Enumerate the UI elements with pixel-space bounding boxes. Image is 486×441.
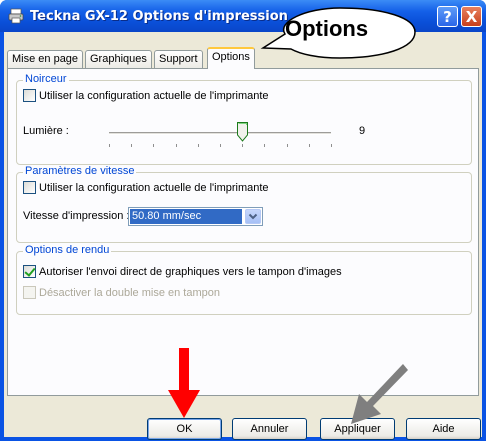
direct-graphics-label: Autoriser l'envoi direct de graphiques v… (39, 265, 342, 278)
slider-tick (287, 144, 288, 147)
lumiere-value: 9 (359, 125, 366, 137)
tab-graphiques[interactable]: Graphiques (85, 50, 152, 68)
window-title: Teckna GX-12 Options d'impression (30, 9, 288, 24)
cancel-button[interactable]: Annuler (232, 418, 307, 440)
chevron-down-icon (248, 213, 258, 220)
slider-tick (220, 144, 221, 147)
close-button[interactable]: X (461, 6, 482, 27)
callout-text: Options (285, 16, 369, 41)
checkbox-row-direct[interactable]: Autoriser l'envoi direct de graphiques v… (23, 265, 342, 278)
use-printer-label-noirceur: Utiliser la configuration actuelle de l'… (39, 89, 269, 102)
slider-tick (176, 144, 177, 147)
use-printer-checkbox-noirceur[interactable] (23, 89, 36, 102)
group-legend-rendu: Options de rendu (23, 244, 112, 256)
gray-arrow-icon (351, 364, 408, 424)
lumiere-label: Lumière : (23, 125, 69, 137)
double-buffer-label: Désactiver la double mise en tampon (39, 286, 220, 299)
slider-tick (198, 144, 199, 147)
speed-select-dropdown-button[interactable] (245, 209, 261, 224)
lumiere-slider-thumb[interactable] (237, 122, 249, 142)
options-tab-panel: Noirceur Utiliser la configuration actue… (7, 68, 479, 396)
tab-options[interactable]: Options (207, 47, 255, 69)
speed-select[interactable]: 50.80 mm/sec (128, 207, 263, 226)
use-printer-checkbox-vitesse[interactable] (23, 181, 36, 194)
ok-button[interactable]: OK (147, 418, 222, 440)
slider-tick (309, 144, 310, 147)
checkbox-row-double: Désactiver la double mise en tampon (23, 286, 220, 299)
lumiere-slider-track[interactable] (109, 132, 331, 135)
printer-icon (8, 8, 24, 24)
checkbox-row-noirceur[interactable]: Utiliser la configuration actuelle de l'… (23, 89, 269, 102)
speed-select-value: 50.80 mm/sec (130, 209, 242, 224)
slider-tick (109, 144, 110, 147)
group-rendu: Options de rendu Autoriser l'envoi direc… (16, 244, 472, 315)
checkbox-row-vitesse[interactable]: Utiliser la configuration actuelle de l'… (23, 181, 269, 194)
use-printer-label-vitesse: Utiliser la configuration actuelle de l'… (39, 181, 269, 194)
double-buffer-checkbox (23, 286, 36, 299)
slider-tick (242, 144, 243, 147)
direct-graphics-checkbox[interactable] (23, 265, 36, 278)
slider-tick (153, 144, 154, 147)
slider-tick (331, 144, 332, 147)
slider-tick (131, 144, 132, 147)
group-legend-vitesse: Paramètres de vitesse (23, 165, 137, 177)
tab-support[interactable]: Support (154, 50, 203, 68)
tab-mise-en-page[interactable]: Mise en page (7, 50, 84, 68)
print-options-window: Teckna GX-12 Options d'impression ? X Mi… (0, 0, 486, 441)
dialog-client-area: Mise en page Graphiques Support Options … (4, 32, 482, 440)
speed-label: Vitesse d'impression : (23, 210, 130, 222)
help-button[interactable]: Aide (406, 418, 481, 440)
help-title-button[interactable]: ? (437, 6, 458, 27)
group-noirceur: Noirceur Utiliser la configuration actue… (16, 73, 472, 165)
group-vitesse: Paramètres de vitesse Utiliser la config… (16, 165, 472, 243)
slider-tick (264, 144, 265, 147)
group-legend-noirceur: Noirceur (23, 73, 69, 85)
red-arrow-icon (168, 348, 200, 418)
